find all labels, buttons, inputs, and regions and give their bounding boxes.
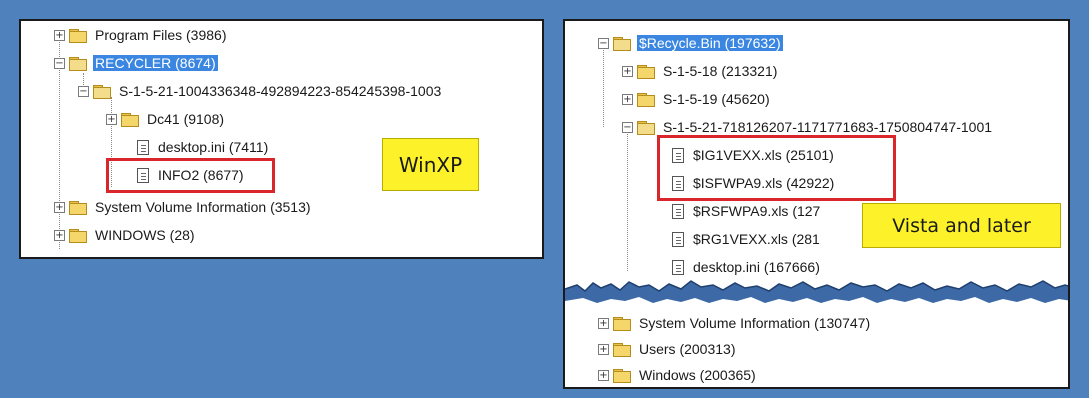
expand-icon[interactable]: + [598, 369, 609, 381]
collapse-icon[interactable]: − [54, 57, 65, 69]
tree-node-desktop-ini[interactable]: desktop.ini (167666) [671, 257, 822, 277]
tree-node-rg1vexx-xls[interactable]: $RG1VEXX.xls (281 [671, 229, 822, 249]
tree-node-system-volume-information[interactable]: + System Volume Information (3513) [54, 197, 313, 217]
tree-node-label: S-1-5-19 (45620) [663, 91, 770, 107]
expand-icon[interactable]: + [106, 113, 117, 125]
tree-node-label: S-1-5-18 (213321) [663, 63, 778, 79]
tree-node-label: Dc41 (9108) [147, 111, 225, 127]
folder-icon [613, 342, 631, 357]
tree-node-label: System Volume Information (3513) [95, 199, 311, 215]
vista-callout: Vista and later [862, 203, 1061, 248]
folder-icon [69, 200, 87, 215]
tree-node-label: RECYCLER (8674) [93, 55, 218, 71]
tree-node-label: System Volume Information (130747) [639, 315, 871, 331]
tree-node-label: $RG1VEXX.xls (281 [693, 231, 820, 247]
tree-node-label: S-1-5-21-718126207-1171771683-1750804747… [663, 119, 993, 135]
winxp-callout: WinXP [382, 138, 479, 191]
tree-node-s-1-5-19[interactable]: + S-1-5-19 (45620) [622, 89, 772, 109]
tree-node-user-sid[interactable]: − S-1-5-21-718126207-1171771683-17508047… [622, 117, 994, 137]
file-icon [672, 203, 684, 219]
folder-icon [69, 228, 87, 243]
tree-node-rsfwpa9-xls[interactable]: $RSFWPA9.xls (127 [671, 201, 822, 221]
folder-icon [69, 28, 87, 43]
folder-icon [613, 316, 631, 331]
folder-open-icon [637, 120, 655, 135]
winxp-tree-panel: + Program Files (3986) − RECYCLER (8674)… [19, 19, 544, 259]
folder-open-icon [69, 56, 87, 71]
tree-node-windows[interactable]: + WINDOWS (28) [54, 225, 197, 245]
tree-node-label: Windows (200365) [639, 367, 756, 383]
highlight-box-info2 [106, 158, 275, 193]
tree-node-windows[interactable]: + Windows (200365) [598, 365, 758, 385]
expand-icon[interactable]: + [54, 229, 65, 241]
file-icon [672, 259, 684, 275]
expand-icon[interactable]: + [54, 29, 65, 41]
folder-icon [121, 112, 139, 127]
tree-node-user-sid[interactable]: − S-1-5-21-1004336348-492894223-85424539… [78, 81, 443, 101]
tree-node-dc41[interactable]: + Dc41 (9108) [106, 109, 226, 129]
tree-guide-line [603, 47, 604, 127]
file-icon [137, 139, 149, 155]
tree-node-label: S-1-5-21-1004336348-492894223-854245398-… [119, 83, 442, 99]
expand-icon[interactable]: + [54, 201, 65, 213]
highlight-box-index-files [657, 135, 896, 201]
tree-node-label: $RSFWPA9.xls (127 [693, 203, 821, 219]
tree-node-label: $Recycle.Bin (197632) [637, 35, 783, 51]
collapse-icon[interactable]: − [598, 37, 609, 49]
file-icon [672, 231, 684, 247]
expand-icon[interactable]: + [598, 343, 609, 355]
folder-open-icon [93, 84, 111, 99]
folder-open-icon [613, 36, 631, 51]
folder-icon [637, 92, 655, 107]
tree-node-desktop-ini[interactable]: desktop.ini (7411) [136, 137, 270, 157]
tree-node-label: desktop.ini (167666) [693, 259, 820, 275]
expand-icon[interactable]: + [598, 317, 609, 329]
tree-node-label: Program Files (3986) [95, 27, 227, 43]
folder-icon [613, 368, 631, 383]
tree-node-program-files[interactable]: + Program Files (3986) [54, 25, 229, 45]
tree-node-s-1-5-18[interactable]: + S-1-5-18 (213321) [622, 61, 779, 81]
tree-guide-line [627, 131, 628, 271]
collapse-icon[interactable]: − [622, 121, 633, 133]
expand-icon[interactable]: + [622, 65, 633, 77]
tree-node-users[interactable]: + Users (200313) [598, 339, 738, 359]
tree-node-system-volume-information[interactable]: + System Volume Information (130747) [598, 313, 872, 333]
tree-node-label: desktop.ini (7411) [158, 139, 269, 155]
tree-node-label: WINDOWS (28) [95, 227, 195, 243]
vista-tree-panel: − $Recycle.Bin (197632) + S-1-5-18 (2133… [563, 19, 1070, 389]
collapse-icon[interactable]: − [78, 85, 89, 97]
folder-icon [637, 64, 655, 79]
expand-icon[interactable]: + [622, 93, 633, 105]
tree-node-label: Users (200313) [639, 341, 736, 357]
tree-node-recycle-bin[interactable]: − $Recycle.Bin (197632) [598, 33, 783, 53]
tree-node-recycler[interactable]: − RECYCLER (8674) [54, 53, 218, 73]
torn-edge-graphic [565, 280, 1068, 303]
